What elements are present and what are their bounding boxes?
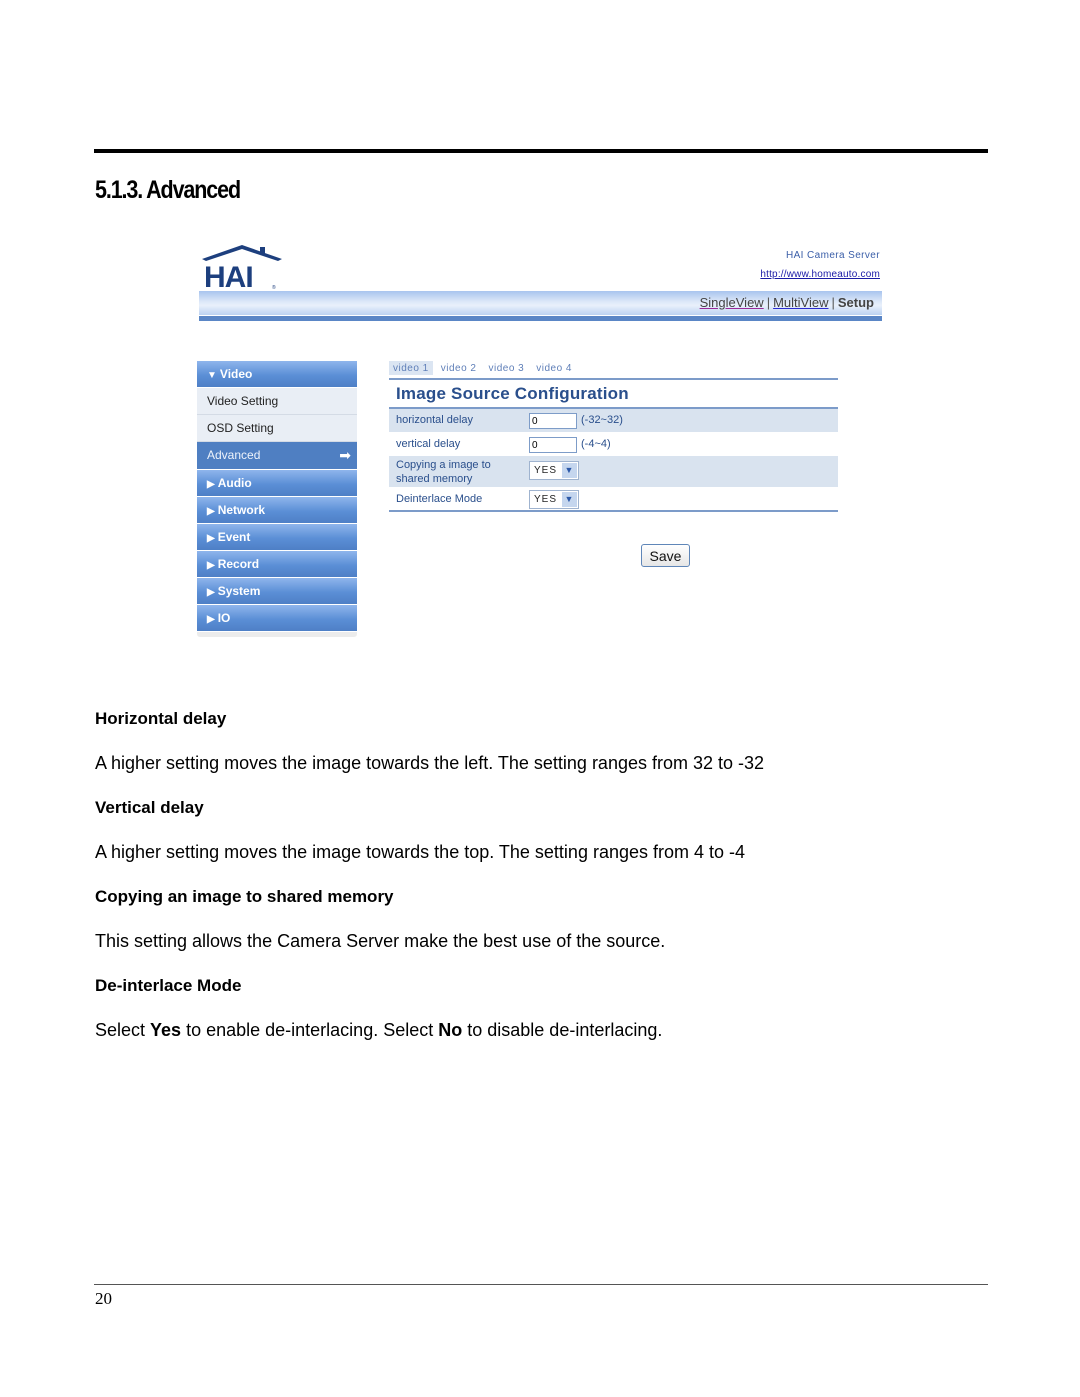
row-horizontal-delay: horizontal delay (-32~32) xyxy=(389,409,838,433)
row-copy-image: Copying a image to shared memory YES ▼ xyxy=(389,456,838,488)
triangle-right-icon: ▶ xyxy=(207,614,215,625)
chevron-down-icon[interactable]: ▼ xyxy=(562,492,577,507)
copy-image-select[interactable]: YES ▼ xyxy=(529,461,579,480)
sidebar-item-video[interactable]: ▼ Video xyxy=(197,361,357,387)
row-deinterlace: Deinterlace Mode YES ▼ xyxy=(389,488,838,511)
sidebar-item-io[interactable]: ▶ IO xyxy=(197,605,357,631)
triangle-down-icon: ▼ xyxy=(207,370,217,381)
horizontal-delay-label: horizontal delay xyxy=(396,414,474,426)
hai-logo: HAI ® xyxy=(200,243,284,294)
config-table-bottom-border xyxy=(389,510,838,512)
nav-multiview-link[interactable]: MultiView xyxy=(773,295,828,310)
deinterlace-label: Deinterlace Mode xyxy=(396,493,483,505)
sidebar-item-audio[interactable]: ▶ Audio xyxy=(197,470,357,496)
paragraph-copying-image: This setting allows the Camera Server ma… xyxy=(95,931,666,951)
heading-deinterlace-mode: De-interlace Mode xyxy=(95,976,242,995)
vertical-delay-label: vertical delay xyxy=(396,438,461,450)
footer-rule xyxy=(94,1284,988,1285)
sidebar-footer xyxy=(197,632,357,637)
section-title: 5.1.3. Advanced xyxy=(95,176,241,204)
vertical-delay-input[interactable] xyxy=(529,437,577,453)
chevron-down-icon[interactable]: ▼ xyxy=(562,463,577,478)
arrow-right-icon: ➡ xyxy=(339,447,351,463)
camera-server-screenshot: HAI ® HAI Camera Server http://www.homea… xyxy=(196,240,886,650)
no-emphasis: No xyxy=(438,1020,463,1040)
sidebar-item-system[interactable]: ▶ System xyxy=(197,578,357,604)
sidebar-subitem-advanced[interactable]: Advanced ➡ xyxy=(197,442,357,469)
nav-setup-link[interactable]: Setup xyxy=(838,295,874,310)
heading-vertical-delay: Vertical delay xyxy=(95,798,204,817)
sidebar-item-event[interactable]: ▶ Event xyxy=(197,524,357,550)
paragraph-deinterlace-mode: Select Yes to enable de-interlacing. Sel… xyxy=(95,1020,663,1040)
horizontal-delay-input[interactable] xyxy=(529,413,577,429)
paragraph-vertical-delay: A higher setting moves the image towards… xyxy=(95,842,746,862)
header-rule xyxy=(94,149,988,153)
sidebar-item-record[interactable]: ▶ Record xyxy=(197,551,357,577)
sidebar-subitem-osd-setting[interactable]: OSD Setting xyxy=(197,415,357,442)
nav-separator: | xyxy=(831,295,835,310)
page-number: 20 xyxy=(95,1289,112,1308)
triangle-right-icon: ▶ xyxy=(207,506,215,517)
triangle-right-icon: ▶ xyxy=(207,587,215,598)
save-button[interactable]: Save xyxy=(641,544,690,567)
yes-emphasis: Yes xyxy=(150,1020,182,1040)
server-name: HAI Camera Server xyxy=(785,250,880,261)
nav-bar-underline xyxy=(199,316,882,321)
server-url-link[interactable]: http://www.homeauto.com xyxy=(760,269,880,280)
deinterlace-select[interactable]: YES ▼ xyxy=(529,490,579,509)
paragraph-horizontal-delay: A higher setting moves the image towards… xyxy=(95,753,765,773)
sidebar: ▼ Video Video Setting OSD Setting Advance… xyxy=(197,361,357,637)
horizontal-delay-range: (-32~32) xyxy=(581,414,623,426)
copy-image-label: Copying a image to shared memory xyxy=(396,459,491,485)
tabs-divider xyxy=(389,378,838,380)
config-title: Image Source Configuration xyxy=(396,384,629,403)
svg-text:®: ® xyxy=(272,284,276,291)
tab-video-2[interactable]: video 2 xyxy=(437,361,481,375)
triangle-right-icon: ▶ xyxy=(207,560,215,571)
vertical-delay-range: (-4~4) xyxy=(581,438,611,450)
tab-video-4[interactable]: video 4 xyxy=(532,361,576,375)
sidebar-subitem-video-setting[interactable]: Video Setting xyxy=(197,388,357,415)
config-table: horizontal delay (-32~32) vertical delay… xyxy=(389,409,838,511)
tab-video-3[interactable]: video 3 xyxy=(485,361,529,375)
nav-singleview-link[interactable]: SingleView xyxy=(700,295,764,310)
heading-copying-image: Copying an image to shared memory xyxy=(95,887,394,906)
triangle-right-icon: ▶ xyxy=(207,479,215,490)
row-vertical-delay: vertical delay (-4~4) xyxy=(389,433,838,456)
sidebar-item-network[interactable]: ▶ Network xyxy=(197,497,357,523)
tab-video-1[interactable]: video 1 xyxy=(389,361,433,375)
nav-links: SingleView | MultiView | Setup xyxy=(700,295,874,310)
video-tabs: video 1 video 2 video 3 video 4 xyxy=(389,361,580,375)
nav-separator: | xyxy=(766,295,771,310)
triangle-right-icon: ▶ xyxy=(207,533,215,544)
svg-text:HAI: HAI xyxy=(204,261,253,291)
heading-horizontal-delay: Horizontal delay xyxy=(95,709,227,728)
